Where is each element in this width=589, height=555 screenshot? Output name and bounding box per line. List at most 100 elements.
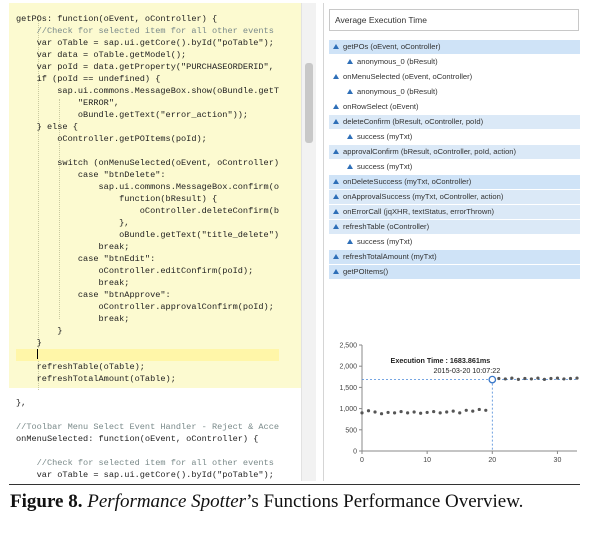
expand-triangle-icon[interactable] [333,149,339,154]
expand-triangle-icon[interactable] [347,89,353,94]
tree-item-label: deleteConfirm (bResult, oController, poI… [343,117,484,126]
code-line[interactable]: oController.editConfirm(poId); [16,265,279,277]
data-point [477,407,481,412]
code-line-text: var data = oTable.getModel(); [16,50,187,60]
expand-triangle-icon[interactable] [333,209,339,214]
code-line[interactable]: } [16,325,279,337]
code-line[interactable]: break; [16,313,279,325]
expand-triangle-icon[interactable] [333,44,339,49]
tree-function-item[interactable]: onErrorCall (jqXHR, textStatus, errorThr… [329,205,580,219]
tree-item-label: refreshTable (oController) [343,222,430,231]
scrollbar-thumb[interactable] [305,63,313,143]
code-line[interactable]: } [16,337,279,349]
data-point [425,410,429,415]
expand-triangle-icon[interactable] [333,194,339,199]
tree-function-item[interactable]: getPOItems() [329,265,580,279]
tree-child-item[interactable]: success (myTxt) [329,235,580,249]
code-line[interactable]: sap.ui.commons.MessageBox.show(oBundle.g… [16,85,279,97]
code-line[interactable]: oController.deleteConfirm(b [16,205,279,217]
tree-function-item[interactable]: onRowSelect (oEvent) [329,100,580,114]
code-line[interactable]: //Check for selected item for all other … [16,25,279,37]
tree-function-item[interactable]: refreshTable (oController) [329,220,580,234]
code-line[interactable]: oBundle.getText("error_action")); [16,109,279,121]
data-point [471,409,475,413]
expand-triangle-icon[interactable] [333,104,339,109]
code-line[interactable]: oController.getPOItems(poId); [16,133,279,145]
data-point [549,376,553,381]
tree-child-item[interactable]: success (myTxt) [329,160,580,174]
code-line[interactable] [16,409,279,421]
expand-triangle-icon[interactable] [347,239,353,244]
code-editor[interactable]: getPOs: function(oEvent, oController) { … [9,3,316,481]
code-line[interactable] [16,445,279,457]
figure-caption: Figure 8. Performance Spotter’s Function… [10,490,558,514]
code-line[interactable] [16,145,279,157]
code-line[interactable]: //Toolbar Menu Select Event Handler - Re… [16,421,279,433]
expand-triangle-icon[interactable] [333,119,339,124]
code-line[interactable]: if (poId == undefined) { [16,73,279,85]
x-tick-label: 10 [423,457,431,464]
tree-function-item[interactable]: approvalConfirm (bResult, oController, p… [329,145,580,159]
code-line[interactable]: function(bResult) { [16,193,279,205]
expand-triangle-icon[interactable] [333,179,339,184]
tree-function-item[interactable]: refreshTotalAmount (myTxt) [329,250,580,264]
expand-triangle-icon[interactable] [347,134,353,139]
expand-triangle-icon[interactable] [333,74,339,79]
code-line[interactable]: getPOs: function(oEvent, oController) { [16,13,279,25]
code-line[interactable]: var data = oTable.getModel(); [16,49,279,61]
caption-text: ’s Functions Performance Overview. [246,491,524,512]
tree-function-item[interactable]: deleteConfirm (bResult, oController, poI… [329,115,580,129]
metric-dropdown[interactable]: Average Execution Time [329,9,579,31]
code-line[interactable]: refreshTotalAmount(oTable); [16,373,279,385]
expand-triangle-icon[interactable] [333,254,339,259]
tree-item-label: success (myTxt) [357,237,413,246]
y-tick-label: 0 [353,449,357,456]
code-line-text: oBundle.getText("title_delete") [16,230,280,240]
expand-triangle-icon[interactable] [333,224,339,229]
tooltip-label: Execution Time : 1683.861ms [391,356,491,365]
data-point [438,411,442,415]
code-line[interactable]: break; [16,277,279,289]
code-line[interactable]: case "btnEdit": [16,253,279,265]
tree-child-item[interactable]: anonymous_0 (bResult) [329,55,580,69]
tree-child-item[interactable]: anonymous_0 (bResult) [329,85,580,99]
code-line[interactable]: sap.ui.commons.MessageBox.confirm(o [16,181,280,193]
code-line[interactable]: //Check for selected item for all other … [16,457,279,469]
tree-function-item[interactable]: onDeleteSuccess (myTxt, oController) [329,175,580,189]
tree-function-item[interactable]: getPOs (oEvent, oController) [329,40,580,54]
code-text[interactable]: getPOs: function(oEvent, oController) { … [16,13,280,481]
code-line[interactable]: var oTable = sap.ui.getCore().byId("poTa… [16,37,279,49]
code-line[interactable]: "ERROR", [16,97,279,109]
code-line[interactable]: var poId = data.getProperty("PURCHASEORD… [16,61,279,73]
code-line[interactable]: oBundle.getText("title_delete") [16,229,279,241]
code-line-text: break; [16,242,130,252]
code-line[interactable]: } else { [16,121,279,133]
tree-child-item[interactable]: success (myTxt) [329,130,580,144]
code-line[interactable]: onMenuSelected: function(oEvent, oContro… [16,433,279,445]
expand-triangle-icon[interactable] [347,59,353,64]
code-line-text: getPOs: function(oEvent, oController) { [16,14,218,24]
data-point [568,376,573,381]
code-line[interactable] [16,349,280,361]
code-line[interactable]: break; [16,241,279,253]
code-line[interactable]: switch (onMenuSelected(oEvent, oControll… [16,157,279,169]
code-line[interactable]: case "btnDelete": [16,169,279,181]
code-line[interactable]: }, [16,397,279,409]
code-line[interactable]: refreshTable(oTable); [16,361,279,373]
code-line[interactable]: case "btnApprove": [16,289,279,301]
editor-scrollbar[interactable] [301,3,316,481]
expand-triangle-icon[interactable] [347,164,353,169]
expand-triangle-icon[interactable] [333,269,339,274]
code-line-text: oBundle.getText("error_action")); [16,110,249,120]
code-line[interactable]: }, [16,217,279,229]
code-line[interactable]: oController.approvalConfirm(poId); [16,301,279,313]
code-line[interactable] [16,385,279,397]
tree-item-label: onDeleteSuccess (myTxt, oController) [343,177,472,186]
code-line[interactable]: var oTable = sap.ui.getCore().byId("poTa… [16,469,279,481]
y-tick-label: 2,000 [339,364,357,371]
panel-divider[interactable] [323,3,324,481]
tree-item-label: onMenuSelected (oEvent, oController) [343,72,473,81]
code-line-text: oController.deleteConfirm(b [16,206,280,216]
tree-function-item[interactable]: onMenuSelected (oEvent, oController) [329,70,580,84]
tree-function-item[interactable]: onApprovalSuccess (myTxt, oController, a… [329,190,580,204]
